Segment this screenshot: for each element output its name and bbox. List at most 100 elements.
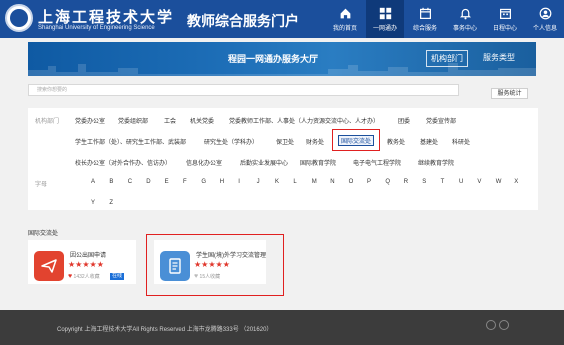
online-tag: 在线 [110, 273, 125, 280]
search-input[interactable]: 搜索你想要的 [28, 84, 459, 96]
letter-filter-h[interactable]: H [220, 179, 224, 185]
portal-title: 教师综合服务门户 [187, 13, 299, 29]
university-name: 上海工程技术大学 [38, 8, 175, 26]
dept-item[interactable]: 党委办公室 [75, 116, 105, 125]
dept-item[interactable]: 机关党委 [190, 116, 214, 125]
letter-row-label: 字母 [35, 182, 48, 188]
heart-icon: ♥ [68, 273, 73, 280]
letter-filter-g[interactable]: G [201, 179, 206, 185]
bell-icon [459, 8, 471, 19]
rating-stars: ★★★★★ [194, 260, 230, 269]
nav-label: 个人信息 [532, 25, 557, 32]
grid-icon [379, 7, 391, 19]
favorites-count: ♥ 1432人收藏 [68, 273, 100, 280]
dept-item[interactable]: 财务处 [306, 137, 324, 146]
service-card[interactable]: 因公出国申请 ★★★★★ ♥ 1432人收藏 在线 [28, 240, 136, 284]
letter-filter-a[interactable]: A [91, 179, 95, 185]
nav-home[interactable]: 我的首页 [326, 0, 364, 38]
dept-item[interactable]: 继续教育学院 [418, 158, 454, 167]
nav-label: 一网通办 [372, 25, 397, 32]
nav-profile[interactable]: 个人信息 [526, 0, 564, 38]
letter-filter-e[interactable]: E [165, 179, 169, 185]
letter-filter-o[interactable]: O [349, 179, 354, 185]
user-icon [539, 7, 551, 19]
nav-label: 日程中心 [492, 25, 517, 32]
dept-item[interactable]: 信息化办公室 [186, 158, 222, 167]
letter-filter-r[interactable]: R [404, 179, 408, 185]
letter-filter-j[interactable]: J [257, 179, 260, 185]
service-card-name: 因公出国申请 [70, 253, 107, 259]
dept-item-selected[interactable]: 国际交流处 [338, 135, 375, 146]
nav-schedule[interactable]: 日程中心 [486, 0, 524, 38]
letter-filter-p[interactable]: P [367, 179, 371, 185]
service-card-icon [34, 251, 64, 281]
weibo-icon[interactable] [486, 320, 496, 330]
letter-filter-w[interactable]: W [496, 179, 502, 185]
dept-item[interactable]: 基建处 [420, 137, 438, 146]
dept-item[interactable]: 后勤实业发展中心 [240, 158, 288, 167]
university-logo[interactable] [5, 4, 33, 32]
letter-filter-z[interactable]: Z [109, 200, 113, 206]
letter-filter-m[interactable]: M [312, 179, 317, 185]
dept-item[interactable]: 校长办公室（对外合作办、信访办） [75, 158, 171, 167]
top-nav: 我的首页 一网通办 综合服务 事务中心 日程中心 个人信息 [326, 0, 564, 38]
university-name-en: Shanghai University of Engineering Scien… [38, 25, 155, 31]
service-hall-banner: 程园一网通办服务大厅 机构部门 服务类型 [28, 42, 536, 76]
home-icon [340, 8, 350, 18]
nav-services[interactable]: 综合服务 [406, 0, 444, 38]
top-header: 上海工程技术大学 Shanghai University of Engineer… [0, 0, 564, 38]
banner-title: 程园一网通办服务大厅 [228, 54, 319, 64]
letter-filter-c[interactable]: C [128, 179, 132, 185]
letter-filter-v[interactable]: V [477, 179, 481, 185]
letter-filter-u[interactable]: U [459, 179, 463, 185]
letter-filter-t[interactable]: T [441, 179, 445, 185]
letter-filter-b[interactable]: B [109, 179, 113, 185]
dept-item[interactable]: 学生工作部（处）、研究生工作部、武装部 [75, 137, 186, 146]
rating-stars: ★★★★★ [68, 260, 104, 269]
nav-label: 事务中心 [452, 25, 477, 32]
letter-filter-d[interactable]: D [146, 179, 150, 185]
letter-filter-i[interactable]: I [238, 179, 240, 185]
service-card-name: 学生国(境)外学习交流管理 [196, 253, 266, 259]
nav-label: 综合服务 [412, 25, 437, 32]
dept-item[interactable]: 科研处 [452, 137, 470, 146]
service-stats-button[interactable]: 服务统计 [491, 88, 528, 99]
dept-item[interactable]: 保卫处 [276, 137, 294, 146]
nav-label: 我的首页 [332, 25, 357, 32]
dept-item[interactable]: 团委 [398, 116, 410, 125]
document-icon [169, 258, 181, 274]
letter-filter-k[interactable]: K [275, 179, 279, 185]
dept-item[interactable]: 教务处 [387, 137, 405, 146]
nav-one-stop[interactable]: 一网通办 [366, 0, 404, 38]
letter-filter-l[interactable]: L [293, 179, 296, 185]
dept-item[interactable]: 研究生处（学科办） [204, 137, 258, 146]
heart-icon: ♥ [194, 273, 199, 280]
dept-item[interactable]: 电子电气工程学院 [353, 158, 401, 167]
section-title: 国际交流处 [28, 231, 59, 237]
service-card-icon [160, 251, 190, 281]
tab-service-types[interactable]: 服务类型 [479, 50, 519, 65]
dept-item[interactable]: 工会 [164, 116, 176, 125]
tab-departments[interactable]: 机构部门 [426, 50, 468, 67]
dept-item[interactable]: 党委组织部 [118, 116, 148, 125]
favorites-count: ♥ 15人收藏 [194, 273, 221, 280]
calendar-icon [419, 7, 431, 19]
letter-filter-f[interactable]: F [183, 179, 187, 185]
letter-filter-s[interactable]: S [422, 179, 426, 185]
letter-filter-x[interactable]: X [514, 179, 518, 185]
dept-item[interactable]: 国际教育学院 [300, 158, 336, 167]
plane-icon [41, 259, 57, 273]
dept-item[interactable]: 党委宣传部 [426, 116, 456, 125]
nav-affairs[interactable]: 事务中心 [446, 0, 484, 38]
dept-row-label: 机构部门 [35, 119, 60, 125]
dept-item[interactable]: 党委教师工作部、人事处（人力资源交流中心、人才办） [229, 116, 379, 125]
letter-filter-q[interactable]: Q [385, 179, 390, 185]
social-icons [486, 320, 509, 330]
letter-filter-n[interactable]: N [330, 179, 334, 185]
calendar-icon [499, 8, 511, 19]
letter-filter-y[interactable]: Y [91, 200, 95, 206]
service-card[interactable]: 学生国(境)外学习交流管理 ★★★★★ ♥ 15人收藏 [154, 240, 266, 284]
copyright-text: Copyright 上海工程技术大学All Rights Reserved 上海… [57, 327, 273, 333]
wechat-icon[interactable] [499, 320, 509, 330]
page-footer: Copyright 上海工程技术大学All Rights Reserved 上海… [0, 310, 564, 345]
